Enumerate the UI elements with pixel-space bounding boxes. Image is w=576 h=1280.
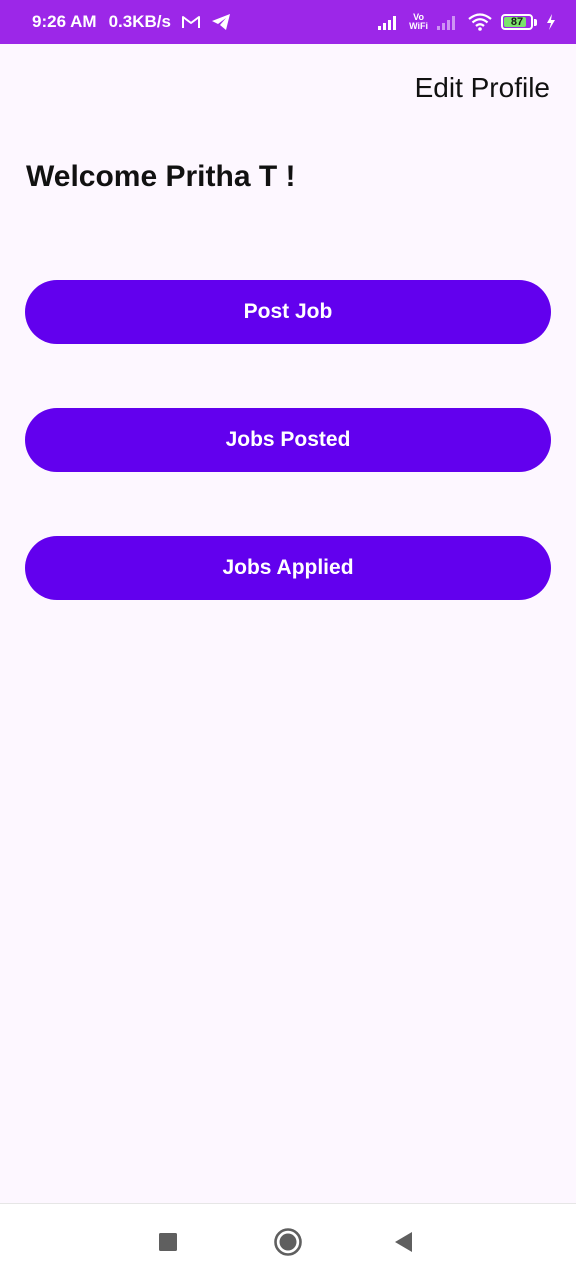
signal-icon <box>378 14 400 30</box>
back-button[interactable] <box>369 1204 439 1280</box>
status-net-speed: 0.3KB/s <box>108 12 171 31</box>
welcome-heading: Welcome Pritha T ! <box>26 160 296 193</box>
battery-level: 87 <box>510 16 524 28</box>
battery-tip <box>534 18 537 26</box>
post-job-button[interactable]: Post Job <box>25 280 551 344</box>
gmail-icon <box>181 14 201 30</box>
home-button[interactable] <box>253 1204 323 1280</box>
jobs-applied-button[interactable]: Jobs Applied <box>25 536 551 600</box>
vowifi-icon: Vo WiFi <box>409 13 428 31</box>
edit-profile-link[interactable]: Edit Profile <box>415 72 550 104</box>
back-triangle-icon <box>395 1232 412 1252</box>
recents-button[interactable] <box>133 1204 203 1280</box>
recents-square-icon <box>159 1233 177 1251</box>
battery-icon: 87 <box>501 14 537 30</box>
battery-body: 87 <box>501 14 533 30</box>
status-left: 9:26 AM 0.3KB/s <box>32 12 231 32</box>
home-circle-icon <box>274 1228 302 1256</box>
navigation-bar <box>0 1203 576 1280</box>
telegram-icon <box>211 13 231 31</box>
wifi-icon <box>468 13 492 31</box>
vowifi-bottom: WiFi <box>409 21 428 31</box>
charging-icon <box>546 14 556 30</box>
status-time: 9:26 AM <box>32 12 97 31</box>
status-bar: 9:26 AM 0.3KB/s Vo WiFi 87 <box>0 0 576 44</box>
jobs-posted-button[interactable]: Jobs Posted <box>25 408 551 472</box>
signal-weak-icon <box>437 14 459 30</box>
status-right: Vo WiFi 87 <box>378 13 556 31</box>
